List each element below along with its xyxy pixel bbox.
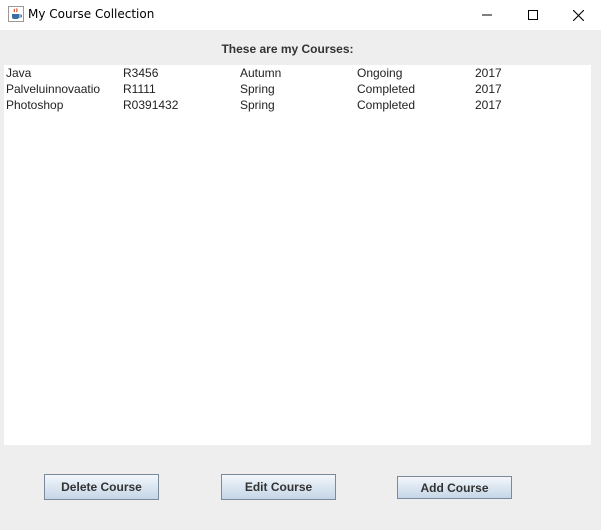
course-status: Completed [357, 82, 416, 96]
course-semester: Autumn [240, 66, 282, 80]
course-semester: Spring [240, 98, 275, 112]
course-year: 2017 [475, 66, 502, 80]
minimize-button[interactable] [464, 0, 510, 30]
close-button[interactable] [555, 0, 601, 30]
maximize-button[interactable] [510, 0, 556, 30]
java-cup-icon [8, 6, 24, 22]
course-list[interactable]: Java R3456 Autumn Ongoing 2017 Palveluin… [4, 65, 591, 445]
course-status: Ongoing [357, 66, 403, 80]
course-name: Photoshop [6, 98, 64, 112]
courses-heading: These are my Courses: [221, 42, 354, 56]
course-semester: Spring [240, 82, 275, 96]
title-bar: My Course Collection [0, 0, 601, 30]
course-name: Java [6, 66, 32, 80]
delete-course-button[interactable]: Delete Course [44, 474, 159, 500]
course-status: Completed [357, 98, 416, 112]
close-icon [572, 9, 584, 21]
add-course-button[interactable]: Add Course [397, 476, 512, 499]
window-title: My Course Collection [28, 7, 155, 21]
minimize-icon [482, 14, 492, 16]
maximize-icon [528, 10, 538, 20]
course-code: R1111 [123, 82, 156, 96]
list-item[interactable]: Palveluinnovaatio R1111 Spring Completed… [4, 81, 591, 97]
course-year: 2017 [475, 98, 502, 112]
course-year: 2017 [475, 82, 502, 96]
course-code: R3456 [123, 66, 159, 80]
edit-course-button[interactable]: Edit Course [221, 474, 336, 500]
course-name: Palveluinnovaatio [6, 82, 101, 96]
list-item[interactable]: Photoshop R0391432 Spring Completed 2017 [4, 97, 591, 113]
app-window: My Course Collection These are my Course… [0, 0, 601, 530]
course-code: R0391432 [123, 98, 179, 112]
list-item[interactable]: Java R3456 Autumn Ongoing 2017 [4, 65, 591, 81]
